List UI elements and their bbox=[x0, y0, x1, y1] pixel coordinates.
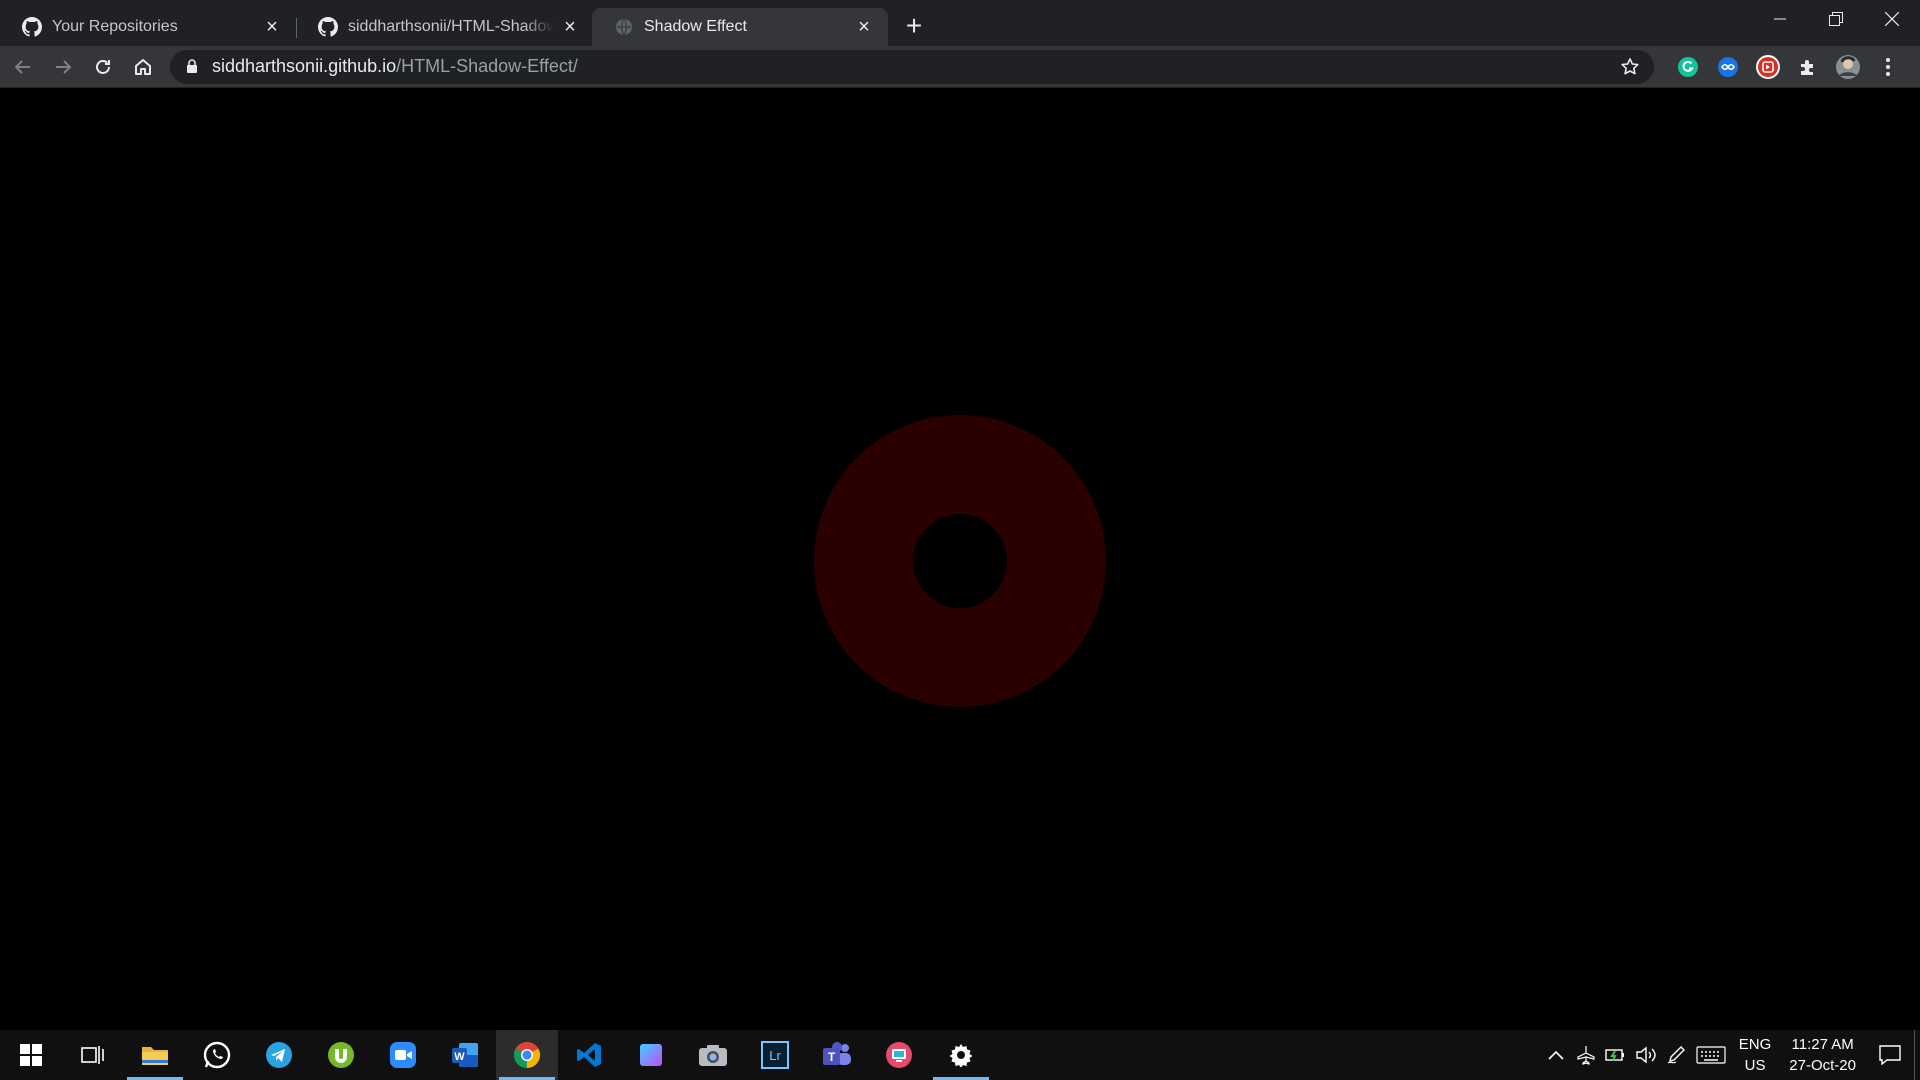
tab-html-shadow-effect-repo[interactable]: siddharthsonii/HTML-Shadow-Effect × bbox=[296, 8, 592, 46]
tab-title: siddharthsonii/HTML-Shadow-Effect bbox=[348, 18, 554, 35]
touch-keyboard-icon[interactable] bbox=[1691, 1030, 1731, 1080]
vscode-icon[interactable] bbox=[558, 1030, 620, 1080]
github-icon bbox=[318, 17, 338, 37]
windows-start-icon[interactable] bbox=[0, 1030, 62, 1080]
close-window-button[interactable] bbox=[1864, 0, 1920, 38]
system-tray: ENG US 11:27 AM 27-Oct-20 bbox=[1541, 1030, 1920, 1080]
restore-button[interactable] bbox=[1808, 0, 1864, 38]
lightroom-icon[interactable]: Lr bbox=[744, 1030, 806, 1080]
chrome-icon[interactable] bbox=[496, 1030, 558, 1080]
bookmark-star-icon[interactable] bbox=[1620, 57, 1640, 77]
screen-app-icon[interactable] bbox=[868, 1030, 930, 1080]
tab-shadow-effect[interactable]: Shadow Effect × bbox=[592, 8, 888, 46]
app-square-icon[interactable] bbox=[620, 1030, 682, 1080]
window-controls bbox=[1752, 0, 1920, 38]
zoom-icon[interactable] bbox=[372, 1030, 434, 1080]
airplane-icon[interactable] bbox=[1571, 1030, 1601, 1080]
svg-text:W: W bbox=[454, 1051, 465, 1063]
extensions-puzzle-icon[interactable] bbox=[1793, 52, 1823, 82]
minimize-button[interactable] bbox=[1752, 0, 1808, 38]
keyboard-region: US bbox=[1744, 1057, 1766, 1074]
tab-title: Shadow Effect bbox=[644, 18, 747, 35]
word-icon[interactable]: W bbox=[434, 1030, 496, 1080]
clock[interactable]: 11:27 AM 27-Oct-20 bbox=[1779, 1034, 1866, 1076]
pen-workspace-icon[interactable] bbox=[1661, 1030, 1691, 1080]
clock-time: 11:27 AM bbox=[1791, 1036, 1854, 1053]
profile-avatar[interactable] bbox=[1833, 52, 1863, 82]
close-icon[interactable]: × bbox=[854, 16, 874, 38]
close-icon[interactable]: × bbox=[262, 16, 282, 38]
utorrent-icon[interactable] bbox=[310, 1030, 372, 1080]
url-path: /HTML-Shadow-Effect/ bbox=[396, 56, 578, 76]
tab-your-repositories[interactable]: Your Repositories × bbox=[0, 8, 296, 46]
telegram-icon[interactable] bbox=[248, 1030, 310, 1080]
ring-center bbox=[913, 514, 1007, 608]
forward-button[interactable] bbox=[46, 50, 80, 84]
shadow-effect-ring bbox=[814, 415, 1106, 707]
camera-icon[interactable] bbox=[682, 1030, 744, 1080]
url-text: siddharthsonii.github.io/HTML-Shadow-Eff… bbox=[212, 56, 578, 77]
back-button[interactable] bbox=[6, 50, 40, 84]
web-page-viewport bbox=[0, 88, 1920, 1030]
close-icon[interactable]: × bbox=[562, 16, 578, 38]
tab-title: Your Repositories bbox=[52, 18, 178, 35]
notification-icon[interactable] bbox=[1866, 1030, 1914, 1080]
lock-icon[interactable] bbox=[184, 59, 200, 75]
svg-text:T: T bbox=[828, 1050, 836, 1064]
whatsapp-icon[interactable] bbox=[186, 1030, 248, 1080]
home-button[interactable] bbox=[126, 50, 160, 84]
windows-taskbar: W Lr T ENG US 11:27 AM 27-Oct-20 bbox=[0, 1030, 1920, 1080]
media-extension-icon[interactable] bbox=[1753, 52, 1783, 82]
file-explorer-icon[interactable] bbox=[124, 1030, 186, 1080]
infinity-extension-icon[interactable] bbox=[1713, 52, 1743, 82]
language-code: ENG bbox=[1738, 1036, 1772, 1053]
clock-date: 27-Oct-20 bbox=[1789, 1057, 1856, 1074]
teams-icon[interactable]: T bbox=[806, 1030, 868, 1080]
chevron-up-icon[interactable] bbox=[1541, 1030, 1571, 1080]
volume-icon[interactable] bbox=[1631, 1030, 1661, 1080]
input-language-indicator[interactable]: ENG US bbox=[1731, 1034, 1780, 1076]
tab-strip: Your Repositories × siddharthsonii/HTML-… bbox=[0, 0, 1920, 46]
url-host: siddharthsonii.github.io bbox=[212, 56, 397, 76]
browser-toolbar: siddharthsonii.github.io/HTML-Shadow-Eff… bbox=[0, 46, 1920, 88]
svg-text:Lr: Lr bbox=[769, 1048, 781, 1063]
task-view-icon[interactable] bbox=[62, 1030, 124, 1080]
battery-icon[interactable] bbox=[1601, 1030, 1631, 1080]
github-icon bbox=[22, 17, 42, 37]
show-desktop-button[interactable] bbox=[1914, 1030, 1920, 1080]
grammarly-icon[interactable] bbox=[1673, 52, 1703, 82]
kebab-menu-icon[interactable] bbox=[1873, 52, 1903, 82]
new-tab-button[interactable]: + bbox=[896, 8, 932, 44]
globe-icon bbox=[614, 17, 634, 37]
extensions-area bbox=[1668, 52, 1908, 82]
reload-button[interactable] bbox=[86, 50, 120, 84]
address-bar[interactable]: siddharthsonii.github.io/HTML-Shadow-Eff… bbox=[170, 49, 1654, 84]
settings-gear-icon[interactable] bbox=[930, 1030, 992, 1080]
